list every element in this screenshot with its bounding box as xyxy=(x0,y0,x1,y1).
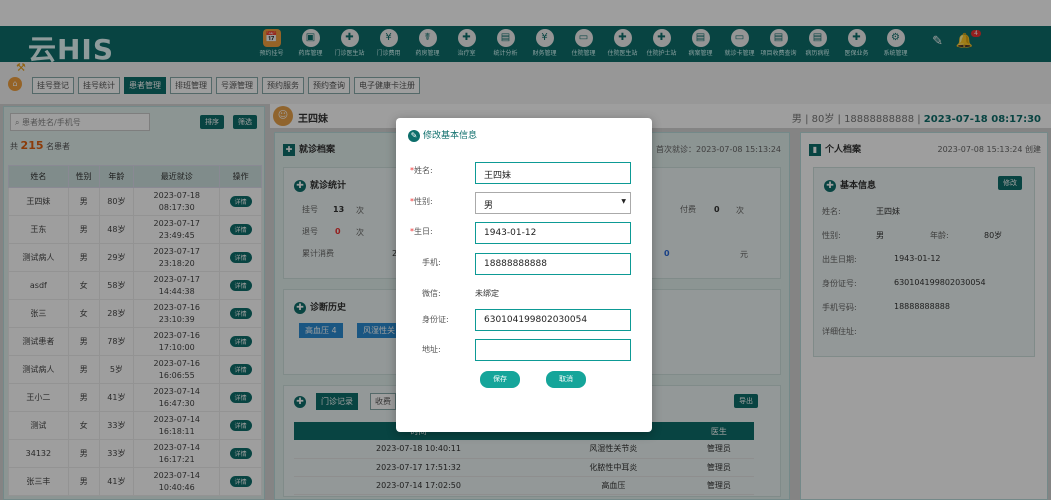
edit-basic-info-dialog: ✎ 修改基本信息 *姓名: 王四妹 *性别: 男 ▼ *生日: 1943-01-12… xyxy=(396,118,652,432)
wechat-field-label: 微信: xyxy=(422,289,441,298)
name-input[interactable]: 王四妹 xyxy=(475,162,631,184)
id-input[interactable]: 630104199802030054 xyxy=(475,309,631,331)
sex-select[interactable]: 男 ▼ xyxy=(475,192,631,214)
phone-input[interactable]: 18888888888 xyxy=(475,253,631,275)
name-field-label: *姓名: xyxy=(410,166,433,175)
phone-field-label: 手机: xyxy=(422,258,441,267)
id-field-label: 身份证: xyxy=(422,315,449,324)
wechat-value: 未绑定 xyxy=(475,289,499,298)
address-field-label: 地址: xyxy=(422,345,441,354)
name-label-text: 姓名: xyxy=(414,166,433,175)
sex-label-text: 性别: xyxy=(414,197,433,206)
birth-field-label: *生日: xyxy=(410,227,433,236)
save-button[interactable]: 保存 xyxy=(480,371,520,388)
sex-field-label: *性别: xyxy=(410,197,433,206)
birth-label-text: 生日: xyxy=(414,227,433,236)
chevron-down-icon: ▼ xyxy=(621,198,626,205)
address-input[interactable] xyxy=(475,339,631,361)
sex-select-value: 男 xyxy=(484,201,494,211)
cancel-button[interactable]: 取消 xyxy=(546,371,586,388)
birth-input[interactable]: 1943-01-12 xyxy=(475,222,631,244)
edit-icon: ✎ xyxy=(408,130,420,142)
dialog-title-text: 修改基本信息 xyxy=(423,131,478,141)
dialog-title: ✎ 修改基本信息 xyxy=(408,128,477,142)
